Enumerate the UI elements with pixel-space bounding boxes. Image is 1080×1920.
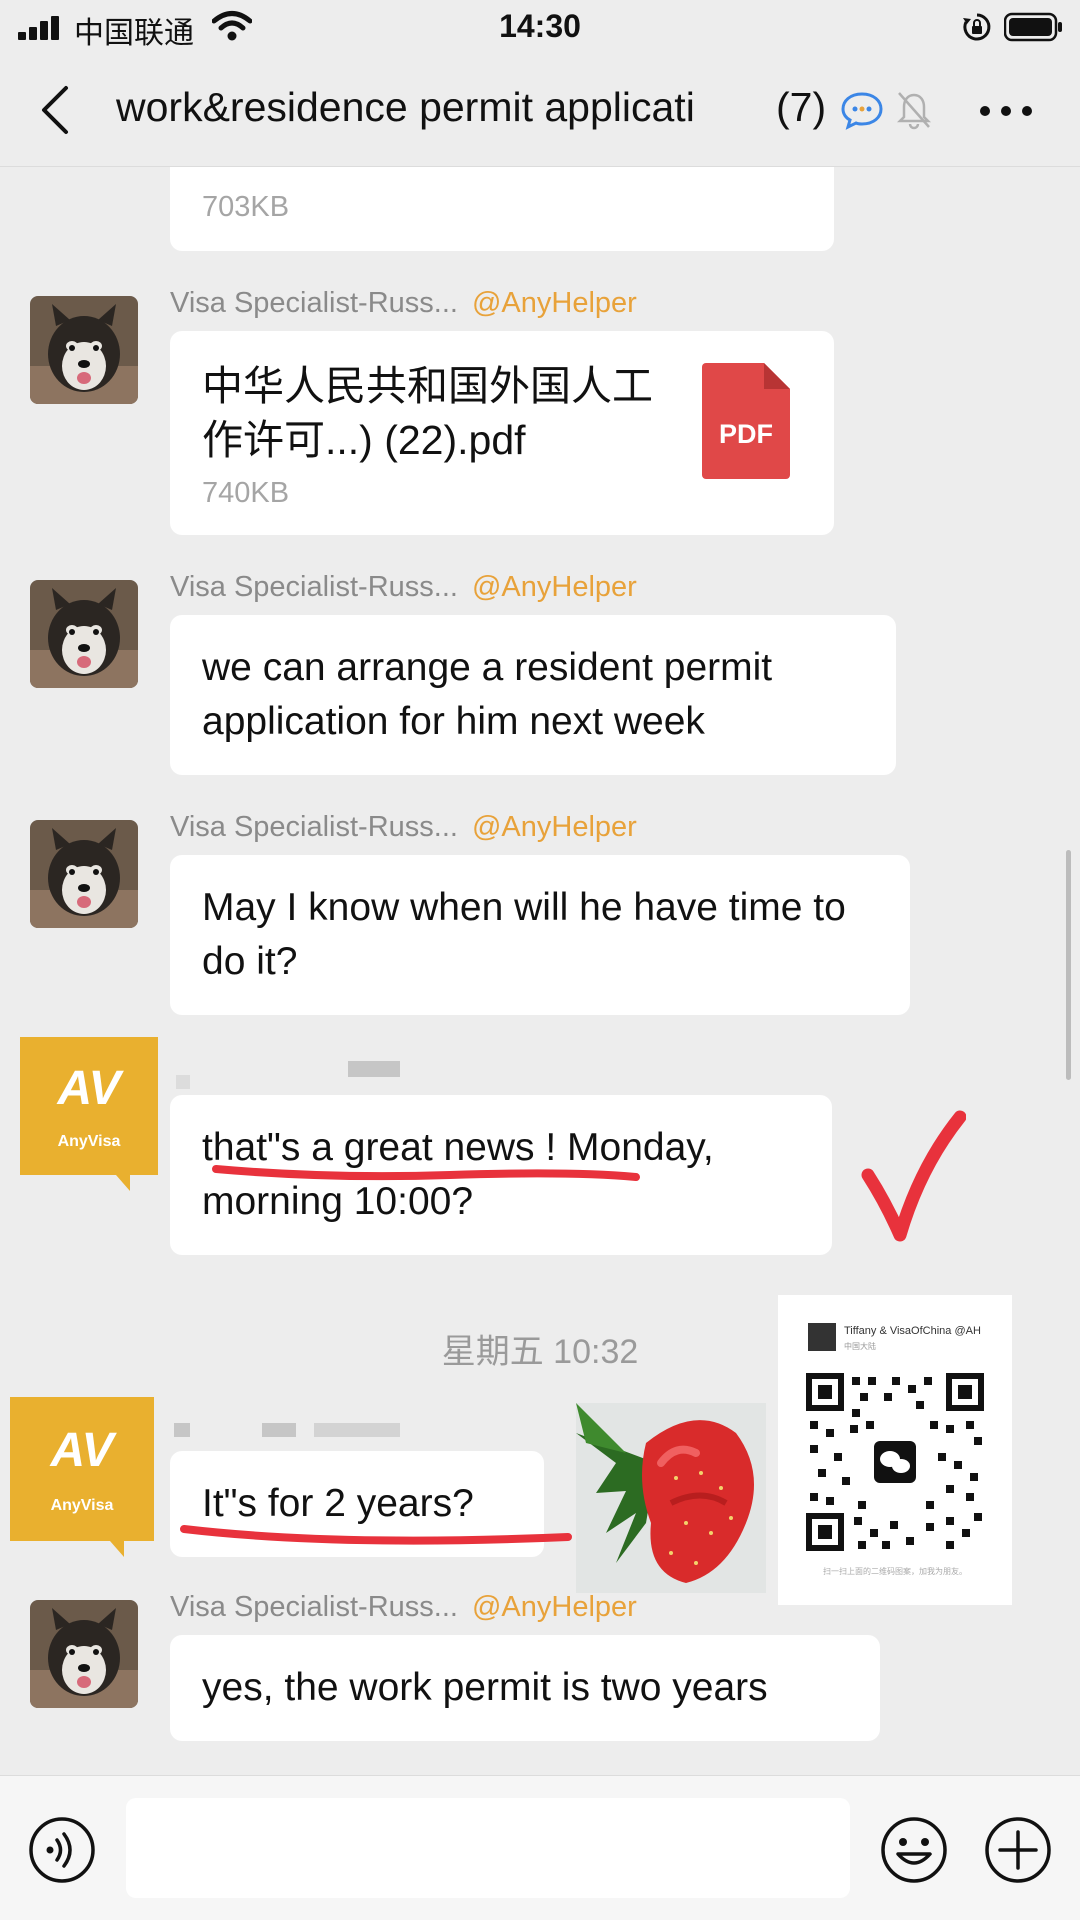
text-message-bubble[interactable]: we can arrange a resident permit applica… [170, 615, 896, 775]
chat-screen: 中国联通 14:30 work&residence permit applica… [0, 0, 1080, 1920]
avatar-dog[interactable] [30, 820, 138, 928]
avatar-dog[interactable] [30, 580, 138, 688]
strawberry-photo[interactable] [576, 1403, 766, 1593]
sender-name: Visa Specialist-Russ... @AnyHelper [170, 1591, 637, 1624]
message-text: we can arrange a resident permit applica… [202, 646, 773, 743]
message-text: yes, the work permit is two years [202, 1666, 768, 1709]
qr-card-title: Tiffany & VisaOfChina @AH [844, 1325, 981, 1337]
logo-name: AnyVisa [50, 1497, 114, 1514]
file-name: 中华人民共和国外国人工作许可...) (22).pdf [202, 363, 653, 463]
sender-label: Visa Specialist-Russ... [170, 571, 458, 603]
logo-tail [116, 1175, 130, 1191]
mention-tag[interactable]: @AnyHelper [472, 571, 637, 603]
clock: 14:30 [499, 8, 581, 44]
bell-mute-icon [896, 92, 932, 130]
qr-card-footer: 扫一扫上面的二维码图案，加我为朋友。 [823, 1567, 967, 1576]
sender-name: Visa Specialist-Russ... @AnyHelper [170, 287, 637, 320]
sender-label: Visa Specialist-Russ... [170, 1591, 458, 1623]
anyvisa-avatar[interactable]: AV AnyVisa [10, 1397, 154, 1557]
text-message-bubble[interactable]: yes, the work permit is two years [170, 1635, 880, 1741]
mention-tag[interactable]: @AnyHelper [472, 287, 637, 319]
plus-icon[interactable] [984, 1816, 1052, 1884]
logo-mark: AV [50, 1424, 114, 1477]
red-underline-annotation [180, 1525, 572, 1545]
qr-code-card[interactable]: Tiffany & VisaOfChina @AH 中国大陆 扫一扫上面的二维码… [778, 1295, 1012, 1605]
sender-name: Visa Specialist-Russ... @AnyHelper [170, 811, 637, 844]
red-checkmark-annotation [861, 1110, 966, 1242]
scrollbar[interactable] [1066, 850, 1071, 1080]
message-input[interactable] [126, 1798, 850, 1898]
message-text: May I know when will he have time to do … [202, 886, 846, 983]
member-count: (7) [776, 84, 827, 130]
logo-tail [110, 1541, 124, 1557]
red-underline-annotation [212, 1165, 640, 1181]
file-size: 703KB [202, 191, 290, 223]
input-bar [0, 1775, 1080, 1920]
chevron-left-icon[interactable] [38, 84, 70, 136]
blurred-sender-name [174, 1423, 190, 1437]
pdf-label: PDF [719, 419, 773, 449]
qr-card-subtitle: 中国大陆 [844, 1342, 876, 1351]
avatar-dog[interactable] [30, 296, 138, 404]
group-chat-icon[interactable] [840, 90, 884, 130]
logo-mark: AV [57, 1062, 121, 1115]
file-message-bubble[interactable]: 703KB [170, 167, 834, 251]
sender-label: Visa Specialist-Russ... [170, 287, 458, 319]
logo-name: AnyVisa [57, 1133, 121, 1150]
file-size: 740KB [202, 477, 290, 509]
voice-icon[interactable] [28, 1816, 96, 1884]
blurred-sender-name [262, 1423, 296, 1437]
battery-icon [1004, 12, 1062, 42]
chat-header: work&residence permit applicati (7) [0, 54, 1080, 167]
blurred-sender-name [176, 1075, 190, 1089]
blurred-sender-name [348, 1061, 400, 1077]
sender-label: Visa Specialist-Russ... [170, 811, 458, 843]
status-bar: 中国联通 14:30 [0, 0, 1080, 54]
strawberry-image [576, 1403, 766, 1593]
file-message-bubble[interactable]: 中华人民共和国外国人工作许可...) (22).pdf 740KB PDF [170, 331, 834, 535]
anyvisa-avatar[interactable]: AV AnyVisa [20, 1037, 158, 1191]
more-dots-icon[interactable] [978, 104, 1034, 118]
mention-tag[interactable]: @AnyHelper [472, 1591, 637, 1623]
avatar-dog[interactable] [30, 1600, 138, 1708]
text-message-bubble[interactable]: May I know when will he have time to do … [170, 855, 910, 1015]
blurred-sender-name [314, 1423, 400, 1437]
chat-title: work&residence permit applicati [116, 84, 695, 130]
pdf-file-icon: PDF [702, 363, 790, 479]
message-list[interactable]: 703KB Visa Specialist-Russ... @AnyHelper … [0, 167, 1080, 1775]
emoji-icon[interactable] [880, 1816, 948, 1884]
qr-avatar [808, 1323, 836, 1351]
rotation-lock-icon [963, 13, 991, 41]
mention-tag[interactable]: @AnyHelper [472, 811, 637, 843]
qr-code [806, 1373, 984, 1551]
sender-name: Visa Specialist-Russ... @AnyHelper [170, 571, 637, 604]
